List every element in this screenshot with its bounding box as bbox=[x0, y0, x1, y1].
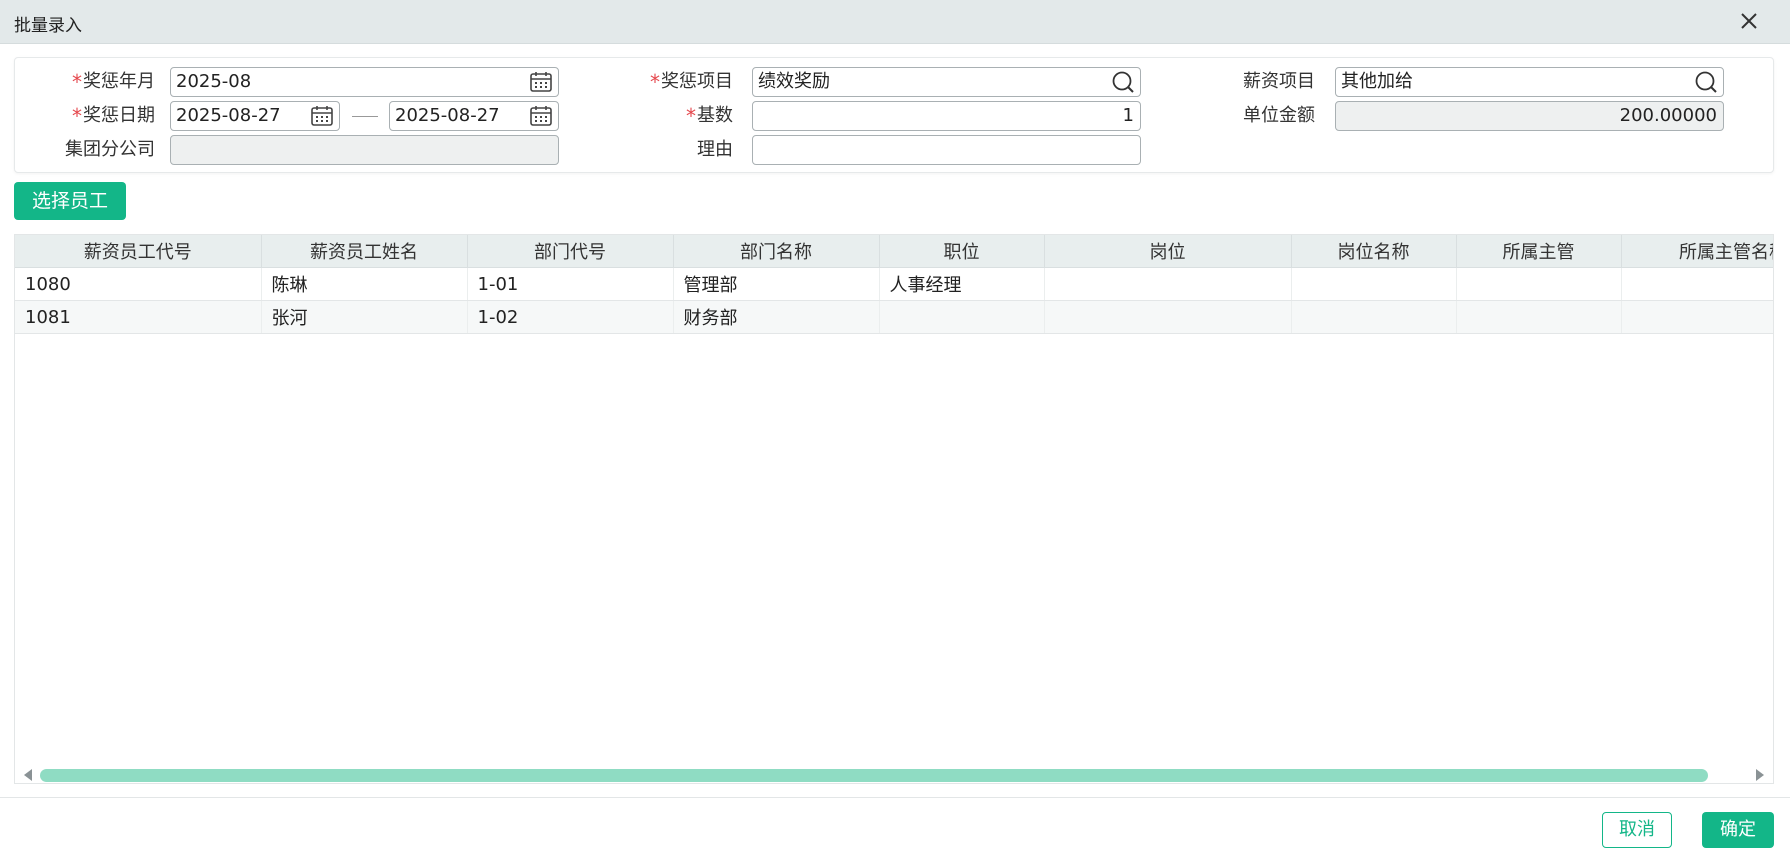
select-employee-button[interactable]: 选择员工 bbox=[14, 182, 126, 220]
dialog-title: 批量录入 bbox=[14, 16, 82, 36]
group-company-field bbox=[170, 135, 559, 165]
scroll-left-icon[interactable] bbox=[24, 769, 32, 781]
scroll-right-icon[interactable] bbox=[1756, 769, 1764, 781]
table-cell[interactable]: 陈琳 bbox=[261, 267, 468, 301]
date-range-separator bbox=[352, 116, 378, 117]
base-count-field[interactable]: 1 bbox=[752, 101, 1141, 131]
table-header-row: 薪资员工代号 薪资员工姓名 部门代号 部门名称 职位 岗位 岗位名称 所属主管 … bbox=[15, 235, 1773, 268]
reward-date-to-value: 2025-08-27 bbox=[395, 105, 500, 126]
table-cell[interactable]: 1-01 bbox=[467, 267, 674, 301]
reward-item-value: 绩效奖励 bbox=[758, 71, 830, 92]
table-cell[interactable]: 1-02 bbox=[467, 300, 674, 334]
reward-date-label: *奖惩日期 bbox=[72, 104, 155, 128]
reward-item-field[interactable]: 绩效奖励 bbox=[752, 67, 1141, 97]
column-header[interactable]: 部门名称 bbox=[673, 235, 880, 268]
table-cell[interactable] bbox=[1621, 300, 1773, 334]
table-cell[interactable] bbox=[1044, 267, 1292, 301]
salary-item-field[interactable]: 其他加给 bbox=[1335, 67, 1724, 97]
close-icon bbox=[1741, 13, 1757, 29]
group-company-label: 集团分公司 bbox=[65, 139, 155, 160]
employee-table: 薪资员工代号 薪资员工姓名 部门代号 部门名称 职位 岗位 岗位名称 所属主管 … bbox=[15, 235, 1773, 334]
reward-month-value: 2025-08 bbox=[176, 71, 252, 92]
reward-date-to-field[interactable]: 2025-08-27 bbox=[389, 101, 559, 131]
column-header[interactable]: 所属主管名称 bbox=[1621, 235, 1773, 268]
unit-amount-label: 单位金额 bbox=[1243, 105, 1315, 126]
table-cell[interactable] bbox=[1291, 267, 1457, 301]
salary-item-label: 薪资项目 bbox=[1243, 71, 1315, 92]
table-cell[interactable]: 财务部 bbox=[673, 300, 880, 334]
column-header[interactable]: 岗位 bbox=[1044, 235, 1292, 268]
reason-field[interactable] bbox=[752, 135, 1141, 165]
dialog-titlebar: 批量录入 bbox=[0, 0, 1790, 44]
table-cell[interactable] bbox=[1291, 300, 1457, 334]
table-cell[interactable] bbox=[1456, 300, 1622, 334]
unit-amount-value: 200.00000 bbox=[1619, 105, 1717, 126]
reason-value bbox=[758, 136, 1106, 164]
close-button[interactable] bbox=[1736, 8, 1762, 34]
calendar-icon[interactable] bbox=[309, 104, 335, 128]
reward-date-from-value: 2025-08-27 bbox=[176, 105, 281, 126]
reward-date-from-field[interactable]: 2025-08-27 bbox=[170, 101, 340, 131]
table-cell[interactable]: 1080 bbox=[15, 267, 262, 301]
table-cell[interactable] bbox=[1456, 267, 1622, 301]
table-cell[interactable]: 管理部 bbox=[673, 267, 880, 301]
required-mark: * bbox=[72, 70, 82, 94]
table-cell[interactable]: 1081 bbox=[15, 300, 262, 334]
search-icon[interactable] bbox=[1110, 70, 1136, 94]
table-cell[interactable]: 张河 bbox=[261, 300, 468, 334]
base-count-label: *基数 bbox=[686, 104, 733, 128]
column-header[interactable]: 部门代号 bbox=[467, 235, 674, 268]
employee-grid: 薪资员工代号 薪资员工姓名 部门代号 部门名称 职位 岗位 岗位名称 所属主管 … bbox=[14, 234, 1774, 784]
required-mark: * bbox=[72, 104, 82, 128]
confirm-button[interactable]: 确定 bbox=[1702, 812, 1774, 848]
column-header[interactable]: 薪资员工姓名 bbox=[261, 235, 468, 268]
calendar-icon[interactable] bbox=[528, 104, 554, 128]
cancel-button[interactable]: 取消 bbox=[1602, 812, 1672, 848]
reward-month-label: *奖惩年月 bbox=[72, 70, 155, 94]
reason-label: 理由 bbox=[697, 139, 733, 160]
reward-month-field[interactable]: 2025-08 bbox=[170, 67, 559, 97]
required-mark: * bbox=[650, 70, 660, 94]
horizontal-scrollbar[interactable] bbox=[14, 766, 1774, 784]
reward-item-label: *奖惩项目 bbox=[650, 70, 733, 94]
table-row[interactable]: 1081 张河 1-02 财务部 bbox=[15, 300, 1773, 334]
form-panel: *奖惩年月 2025-08 *奖惩日期 2025-08-27 2025-08-2… bbox=[14, 57, 1774, 173]
search-icon[interactable] bbox=[1693, 70, 1719, 94]
table-cell[interactable]: 人事经理 bbox=[879, 267, 1045, 301]
table-cell[interactable] bbox=[1621, 267, 1773, 301]
footer-divider bbox=[0, 797, 1790, 798]
column-header[interactable]: 所属主管 bbox=[1456, 235, 1622, 268]
table-cell[interactable] bbox=[879, 300, 1045, 334]
salary-item-value: 其他加给 bbox=[1341, 71, 1413, 92]
table-row[interactable]: 1080 陈琳 1-01 管理部 人事经理 bbox=[15, 267, 1773, 301]
scrollbar-thumb[interactable] bbox=[40, 769, 1708, 782]
column-header[interactable]: 薪资员工代号 bbox=[15, 235, 262, 268]
unit-amount-field: 200.00000 bbox=[1335, 101, 1724, 131]
column-header[interactable]: 岗位名称 bbox=[1291, 235, 1457, 268]
column-header[interactable]: 职位 bbox=[879, 235, 1045, 268]
required-mark: * bbox=[686, 104, 696, 128]
group-company-value bbox=[176, 136, 524, 164]
table-cell[interactable] bbox=[1044, 300, 1292, 334]
base-count-value: 1 bbox=[1122, 105, 1134, 126]
calendar-icon[interactable] bbox=[528, 70, 554, 94]
